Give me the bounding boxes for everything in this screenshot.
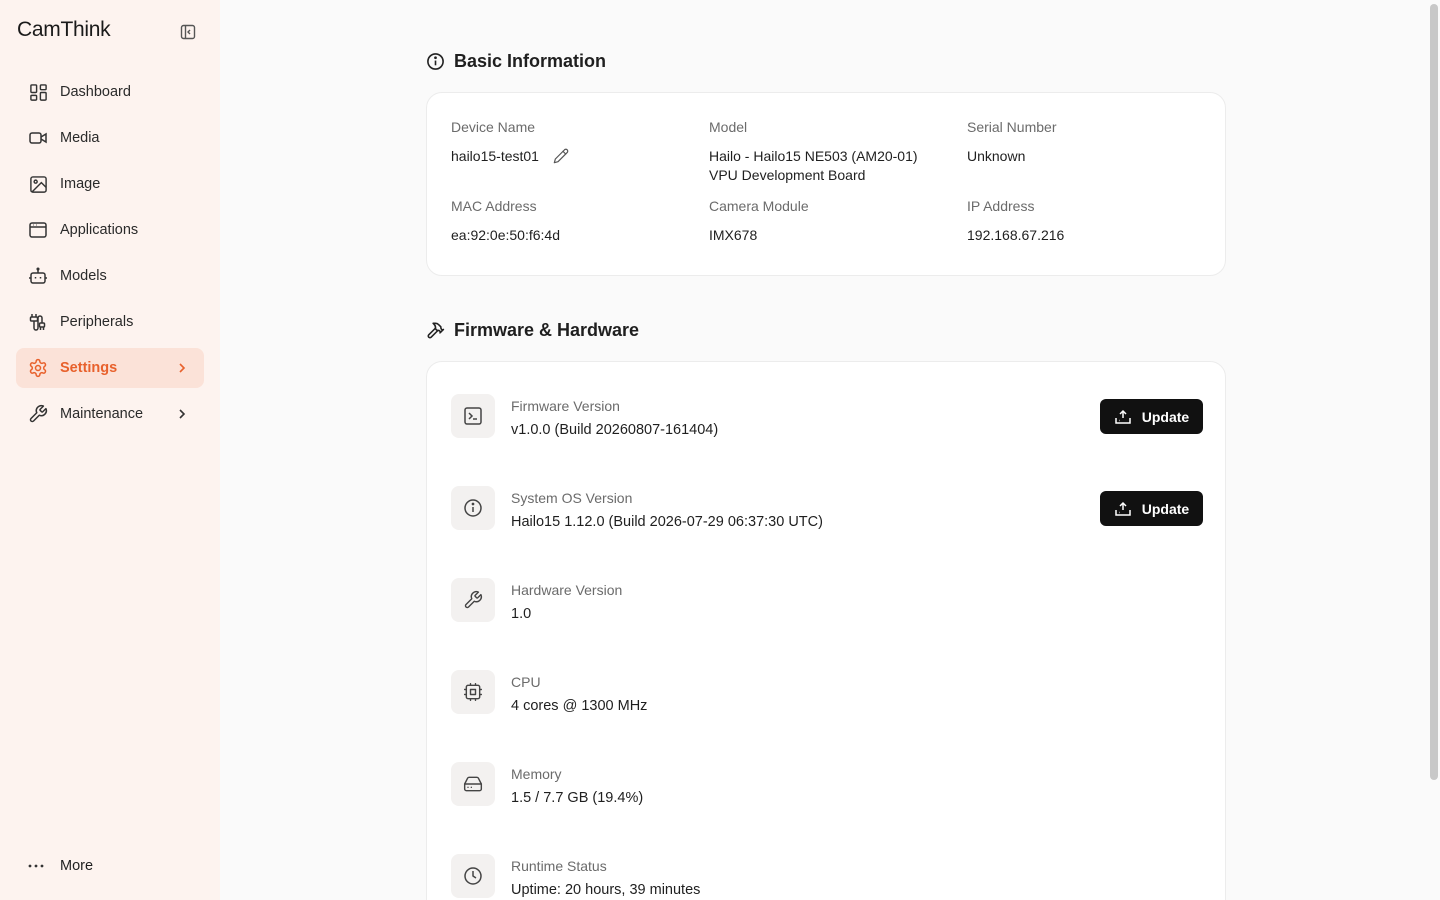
app-window-icon [28, 220, 48, 240]
robot-icon [28, 266, 48, 286]
system-os-update-button[interactable]: Update [1100, 491, 1203, 526]
memory-value: 1.5 / 7.7 GB (19.4%) [511, 790, 644, 806]
section-title-text: Basic Information [454, 51, 607, 71]
runtime-status-label: Runtime Status [511, 858, 607, 874]
firmware-hardware-title: Firmware & Hardware [426, 320, 639, 341]
model-field: Model Hailo - Hailo15 NE503 (AM20-01) VPU… [709, 119, 949, 185]
device-name-label: Device Name [451, 119, 536, 135]
logo: CamThink [17, 18, 111, 46]
gear-icon [28, 358, 48, 378]
sidebar-item-label: Image [60, 176, 101, 192]
video-camera-icon [28, 128, 48, 148]
basic-info-card: Device Name hailo15-test01 Model Hailo -… [426, 92, 1226, 276]
wrench-icon [451, 578, 495, 622]
hardware-version-label: Hardware Version [511, 582, 623, 598]
chevron-right-icon [174, 360, 190, 376]
system-os-version-label: System OS Version [511, 490, 633, 506]
firmware-hardware-card: Firmware Version v1.0.0 (Build 20260807-… [426, 361, 1226, 900]
hard-drive-icon [451, 762, 495, 806]
firmware-version-value: v1.0.0 (Build 20260807-161404) [511, 422, 719, 438]
sidebar-nav: Dashboard Media Image Applications Model… [16, 72, 204, 440]
sidebar-item-label: Dashboard [60, 84, 131, 100]
sidebar-item-label: Maintenance [60, 406, 144, 422]
sidebar-item-label: Media [60, 130, 100, 146]
basic-info-title: Basic Information [426, 51, 606, 72]
memory-row: Memory 1.5 / 7.7 GB (19.4%) [451, 754, 1203, 814]
chevron-right-icon [174, 406, 190, 422]
upload-icon [1114, 409, 1132, 425]
sidebar-item-image[interactable]: Image [16, 164, 204, 204]
memory-label: Memory [511, 766, 562, 782]
dashboard-icon [28, 82, 48, 102]
ip-address-field: IP Address 192.168.67.216 [967, 198, 1207, 245]
cpu-icon [451, 670, 495, 714]
mac-address-field: MAC Address ea:92:0e:50:f6:4d [451, 198, 691, 245]
clock-icon [451, 854, 495, 898]
wrench-icon [28, 404, 48, 424]
image-icon [28, 174, 48, 194]
scrollbar[interactable] [1430, 4, 1438, 780]
sidebar-item-applications[interactable]: Applications [16, 210, 204, 250]
firmware-update-button[interactable]: Update [1100, 399, 1203, 434]
device-name-value: hailo15-test01 [451, 147, 691, 166]
sidebar-item-label: Settings [60, 360, 118, 376]
sidebar-item-dashboard[interactable]: Dashboard [16, 72, 204, 112]
sidebar-item-maintenance[interactable]: Maintenance [16, 394, 204, 434]
cpu-value: 4 cores @ 1300 MHz [511, 698, 648, 714]
serial-number-value: Unknown [967, 148, 1026, 164]
system-os-version-row: System OS Version Hailo15 1.12.0 (Build … [451, 478, 1203, 538]
firmware-version-label: Firmware Version [511, 398, 620, 414]
more-label: More [60, 858, 94, 874]
model-label: Model [709, 119, 748, 135]
sidebar: CamThink Dashboard Media Image Applicati… [0, 0, 220, 900]
ip-address-value: 192.168.67.216 [967, 227, 1065, 243]
upload-icon [1114, 501, 1132, 517]
cpu-row: CPU 4 cores @ 1300 MHz [451, 662, 1203, 722]
hardware-version-row: Hardware Version 1.0 [451, 570, 1203, 630]
mac-address-label: MAC Address [451, 198, 537, 214]
sidebar-item-label: Peripherals [60, 314, 134, 330]
section-title-text: Firmware & Hardware [454, 320, 640, 340]
runtime-status-row: Runtime Status Uptime: 20 hours, 39 minu… [451, 846, 1203, 900]
ip-address-label: IP Address [967, 198, 1035, 214]
sidebar-item-label: Models [60, 268, 107, 284]
pencil-icon[interactable] [553, 148, 569, 164]
device-name-field: Device Name hailo15-test01 [451, 119, 691, 166]
logo-text: CamThink [17, 18, 111, 41]
runtime-status-value: Uptime: 20 hours, 39 minutes [511, 882, 701, 898]
serial-number-field: Serial Number Unknown [967, 119, 1207, 166]
sidebar-item-settings[interactable]: Settings [16, 348, 204, 388]
camera-module-label: Camera Module [709, 198, 809, 214]
device-name-text: hailo15-test01 [451, 148, 539, 164]
camera-module-field: Camera Module IMX678 [709, 198, 949, 245]
cpu-label: CPU [511, 674, 541, 690]
mac-address-value: ea:92:0e:50:f6:4d [451, 227, 560, 243]
system-os-version-value: Hailo15 1.12.0 (Build 2026-07-29 06:37:3… [511, 514, 823, 530]
ellipsis-icon [28, 864, 48, 868]
collapse-sidebar-icon[interactable] [178, 22, 198, 42]
hammer-icon [426, 321, 446, 341]
model-line-1: Hailo - Hailo15 NE503 (AM20-01) [709, 148, 918, 164]
sidebar-item-peripherals[interactable]: Peripherals [16, 302, 204, 342]
model-value: Hailo - Hailo15 NE503 (AM20-01) VPU Devel… [709, 147, 949, 185]
serial-number-label: Serial Number [967, 119, 1057, 135]
terminal-icon [451, 394, 495, 438]
hardware-version-value: 1.0 [511, 606, 532, 622]
sidebar-item-label: Applications [60, 222, 139, 238]
more-button[interactable]: More [16, 846, 204, 886]
firmware-version-row: Firmware Version v1.0.0 (Build 20260807-… [451, 386, 1203, 446]
model-line-2: VPU Development Board [709, 167, 866, 183]
cable-icon [28, 312, 48, 332]
update-label: Update [1141, 500, 1190, 517]
sidebar-item-media[interactable]: Media [16, 118, 204, 158]
sidebar-item-models[interactable]: Models [16, 256, 204, 296]
camera-module-value: IMX678 [709, 227, 758, 243]
update-label: Update [1141, 408, 1190, 425]
info-icon [451, 486, 495, 530]
info-icon [426, 52, 446, 72]
